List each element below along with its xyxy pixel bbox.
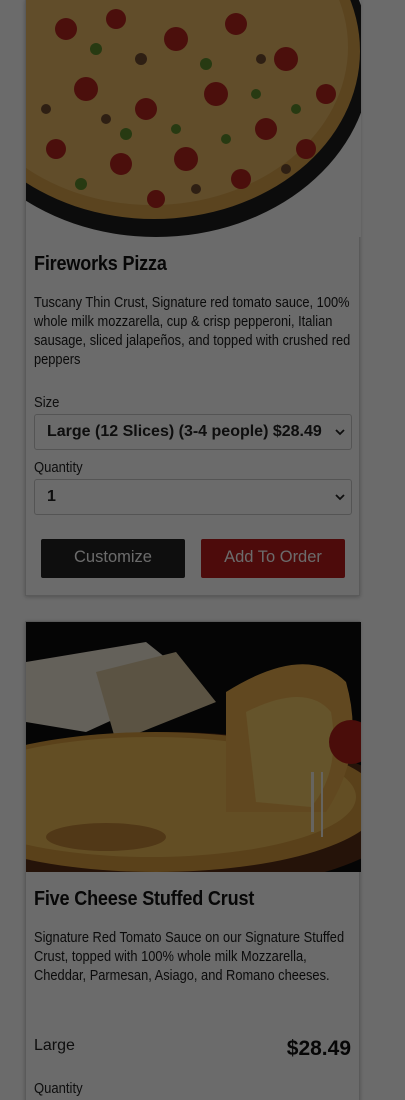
product-description: Tuscany Thin Crust, Signature red tomato… (34, 295, 351, 368)
quantity-select[interactable]: 1 (34, 479, 352, 515)
price: $28.49 (286, 1037, 351, 1060)
menu-page: Fireworks Pizza Tuscany Thin Crust, Sign… (0, 0, 405, 1100)
size-label: Size (34, 395, 60, 411)
fireworks-pizza-image (26, 0, 361, 237)
customize-button[interactable]: Customize (41, 539, 185, 578)
quantity-select-value: 1 (47, 488, 56, 505)
five-cheese-pizza-image (26, 622, 361, 872)
chevron-down-icon (335, 494, 345, 501)
product-description: Signature Red Tomato Sauce on our Signat… (34, 930, 345, 984)
product-card-five-cheese: Five Cheese Stuffed Crust Signature Red … (25, 621, 361, 1100)
chevron-down-icon (335, 429, 345, 436)
product-card-fireworks: Fireworks Pizza Tuscany Thin Crust, Sign… (25, 0, 361, 596)
product-title: Five Cheese Stuffed Crust (34, 887, 255, 910)
quantity-label: Quantity (34, 460, 83, 476)
add-to-order-button[interactable]: Add To Order (201, 539, 345, 578)
size-text: Large (34, 1037, 75, 1054)
product-title: Fireworks Pizza (34, 252, 167, 275)
size-select[interactable]: Large (12 Slices) (3-4 people) $28.49 (34, 414, 352, 450)
size-select-value: Large (12 Slices) (3-4 people) $28.49 (47, 423, 322, 440)
quantity-label: Quantity (34, 1081, 83, 1097)
